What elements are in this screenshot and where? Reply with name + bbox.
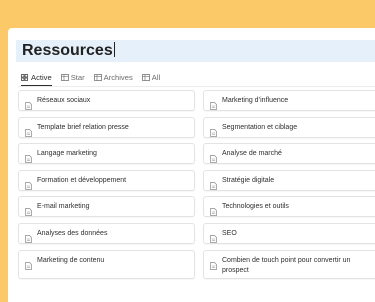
gallery-card[interactable]: Marketing d’influence	[203, 90, 375, 111]
gallery-card[interactable]: Formation et développement	[18, 170, 195, 191]
page-icon	[25, 150, 32, 163]
card-title: Marketing de contenu	[37, 257, 105, 264]
page-icon	[210, 97, 217, 110]
card-title: Combien de touch point pour convertir un…	[222, 257, 351, 274]
tabs-divider	[18, 86, 375, 87]
tab-label: Active	[31, 72, 52, 82]
card-title: Langage marketing	[37, 150, 97, 157]
gallery-card[interactable]: Marketing de contenu	[18, 250, 195, 279]
gallery-card[interactable]: Technologies et outils	[203, 196, 375, 217]
card-title: Segmentation et ciblage	[222, 124, 298, 131]
page-icon	[25, 177, 32, 190]
card-title: Stratégie digitale	[222, 177, 275, 184]
page-icon	[210, 124, 217, 137]
card-title: Réseaux sociaux	[37, 97, 91, 104]
card-title: Technologies et outils	[222, 203, 289, 210]
gallery-card[interactable]: Combien de touch point pour convertir un…	[203, 250, 375, 279]
page-icon	[25, 257, 32, 270]
text-cursor	[113, 42, 115, 57]
page-icon	[25, 203, 32, 216]
tab-label: All	[151, 72, 161, 82]
card-title: SEO	[222, 230, 237, 237]
tab-archives[interactable]: Archives	[93, 70, 133, 84]
gallery-card[interactable]: Analyses des données	[18, 223, 195, 244]
table-icon	[93, 73, 102, 81]
page-icon	[210, 177, 217, 190]
gallery-panel: Ressources Active Star Archives All Rése…	[8, 28, 375, 302]
page-icon	[25, 97, 32, 110]
page-icon	[210, 203, 217, 216]
tab-active[interactable]: Active	[21, 70, 52, 86]
card-title: Marketing d’influence	[222, 97, 289, 104]
page-icon	[25, 230, 32, 243]
gallery-card[interactable]: E-mail marketing	[18, 196, 195, 217]
card-title: Analyse de marché	[222, 150, 282, 157]
page-title: Ressources	[22, 42, 113, 59]
page-icon	[210, 257, 217, 270]
tab-star[interactable]: Star	[60, 70, 85, 84]
page-icon	[25, 124, 32, 137]
table-icon	[141, 73, 150, 81]
gallery-card[interactable]: SEO	[203, 223, 375, 244]
card-title: Analyses des données	[37, 230, 108, 237]
gallery-card[interactable]: Template brief relation presse	[18, 117, 195, 138]
tab-label: Star	[70, 72, 85, 82]
page-icon	[210, 230, 217, 243]
gallery-card[interactable]: Segmentation et ciblage	[203, 117, 375, 138]
card-title: Template brief relation presse	[37, 124, 129, 131]
gallery-card[interactable]: Stratégie digitale	[203, 170, 375, 191]
gallery-card[interactable]: Analyse de marché	[203, 143, 375, 164]
gallery-card[interactable]: Réseaux sociaux	[18, 90, 195, 111]
grid-icon	[21, 73, 28, 81]
tab-all[interactable]: All	[141, 70, 161, 84]
card-title: Formation et développement	[37, 177, 127, 184]
view-tabs: Active Star Archives All	[21, 70, 169, 86]
gallery-card[interactable]: Langage marketing	[18, 143, 195, 164]
page-icon	[210, 150, 217, 163]
tab-label: Archives	[103, 72, 133, 82]
card-title: E-mail marketing	[37, 203, 90, 210]
table-icon	[60, 73, 69, 81]
title-bar[interactable]: Ressources	[16, 40, 375, 62]
